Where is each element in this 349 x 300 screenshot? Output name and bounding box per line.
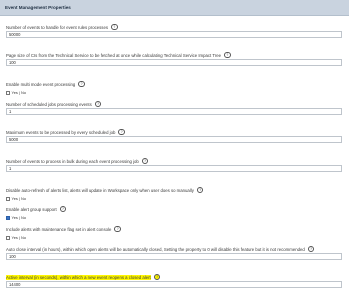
property-max-events-per-job: Maximum events to be processed by every …: [6, 128, 343, 143]
property-page-size-cis: Page size of CIs from the Technical Serv…: [6, 51, 343, 66]
help-icon[interactable]: ?: [153, 273, 161, 281]
property-label: Maximum events to be processed by every …: [6, 129, 116, 135]
yes-no-checkbox[interactable]: [6, 215, 10, 220]
text-input[interactable]: 100: [6, 59, 342, 66]
input-value: 5000: [9, 137, 19, 142]
input-value: 100: [9, 254, 16, 259]
property-label: Active interval (in seconds), within whi…: [6, 274, 151, 280]
property-label: Include alerts with maintenance flag set…: [6, 226, 112, 232]
yes-no-checkbox[interactable]: [6, 90, 10, 95]
help-icon[interactable]: ?: [118, 128, 125, 136]
checkbox-label: Yes | No: [11, 215, 27, 220]
property-label: Enable multi mode event processing: [6, 81, 76, 87]
property-label: Number of events to process in bulk duri…: [6, 158, 139, 164]
checkbox-label: Yes | No: [11, 235, 27, 240]
input-value: 1: [9, 166, 12, 171]
text-input[interactable]: 50000: [6, 31, 342, 38]
property-events-rules-limit: Number of events to handle for event rul…: [6, 23, 343, 38]
input-value: 50000: [9, 32, 21, 37]
property-auto-close-interval: Auto close interval (in hours), within w…: [6, 245, 343, 260]
text-input[interactable]: 1: [6, 108, 342, 115]
input-value: 100: [9, 60, 16, 65]
input-value: 14400: [9, 282, 21, 287]
property-bulk-events: Number of events to process in bulk duri…: [6, 157, 343, 172]
help-icon[interactable]: ?: [307, 245, 315, 253]
property-multi-mode: Enable multi mode event processing ? Yes…: [6, 80, 343, 96]
property-label: Page size of CIs from the Technical Serv…: [6, 52, 222, 58]
text-input[interactable]: 1: [6, 165, 342, 172]
help-icon[interactable]: ?: [94, 100, 102, 108]
property-label: Enable alert group support: [6, 206, 57, 212]
checkbox-label: Yes | No: [11, 196, 27, 201]
input-value: 1: [9, 109, 12, 114]
help-icon[interactable]: ?: [196, 186, 204, 194]
property-label: Auto close interval (in hours), within w…: [6, 246, 305, 252]
checkbox-label: Yes | No: [11, 90, 27, 95]
text-input[interactable]: 5000: [6, 136, 342, 143]
property-disable-auto-refresh: Disable auto-refresh of alerts list, ale…: [6, 186, 343, 202]
properties-header: Event Management Properties: [0, 0, 349, 16]
property-label: Number of scheduled jobs processing even…: [6, 101, 92, 107]
help-icon[interactable]: ?: [141, 157, 149, 165]
property-label: Disable auto-refresh of alerts list, ale…: [6, 187, 194, 193]
property-label: Number of events to handle for event rul…: [6, 24, 108, 30]
help-icon[interactable]: ?: [114, 225, 121, 233]
property-maintenance-flag: Include alerts with maintenance flag set…: [6, 225, 343, 241]
help-icon[interactable]: ?: [224, 51, 231, 59]
property-active-interval: Active interval (in seconds), within whi…: [6, 273, 343, 288]
help-icon[interactable]: ?: [78, 80, 85, 88]
yes-no-checkbox[interactable]: [6, 235, 10, 240]
property-scheduled-jobs: Number of scheduled jobs processing even…: [6, 100, 343, 115]
text-input[interactable]: 100: [6, 253, 342, 260]
property-alert-group-support: Enable alert group support ? Yes | No: [6, 205, 343, 221]
help-icon[interactable]: ?: [111, 23, 118, 31]
yes-no-checkbox[interactable]: [6, 196, 10, 201]
help-icon[interactable]: ?: [59, 205, 67, 213]
text-input[interactable]: 14400: [6, 281, 342, 288]
page-title: Event Management Properties: [5, 5, 71, 10]
